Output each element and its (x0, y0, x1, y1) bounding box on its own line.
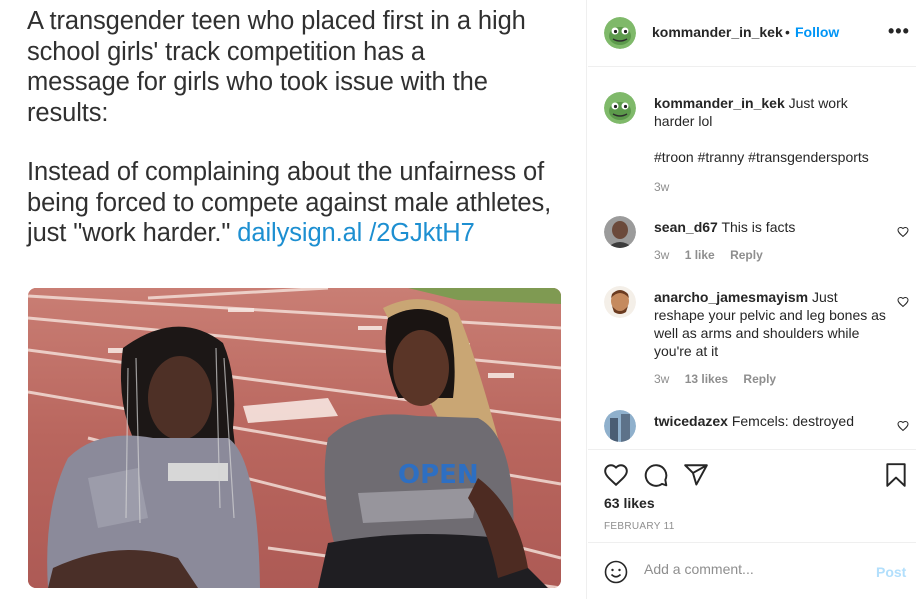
caption-username[interactable]: kommander_in_kek (654, 95, 785, 111)
comment-text: anarcho_jamesmayism Just reshape your pe… (654, 288, 890, 360)
post-header: kommander_in_kek • Follow ••• (588, 0, 916, 67)
add-comment-bar: Post (588, 542, 916, 599)
heart-icon[interactable] (603, 462, 629, 488)
avatar[interactable] (604, 17, 636, 49)
comment-text: sean_d67 This is facts (654, 218, 890, 236)
comment-time[interactable]: 3w (654, 372, 669, 386)
avatar[interactable] (604, 216, 636, 248)
comment-time[interactable]: 3w (654, 248, 669, 262)
comment-likes[interactable]: 1 like (685, 248, 715, 262)
track-photo: OPEN (28, 288, 561, 588)
image-headline: A transgender teen who placed first in a… (27, 7, 526, 127)
avatar[interactable] (604, 92, 636, 124)
header-separator: • (785, 24, 790, 40)
comment-icon[interactable] (643, 462, 669, 488)
comment-username[interactable]: twicedazex (654, 413, 728, 429)
post-media: A transgender teen who placed first in a… (0, 0, 587, 599)
like-comment-icon[interactable] (897, 296, 909, 308)
avatar[interactable] (604, 410, 636, 442)
comment-likes[interactable]: 13 likes (685, 372, 728, 386)
post-panel: kommander_in_kek • Follow ••• kommander_… (588, 0, 916, 599)
comment-text: twicedazex Femcels: destroyed (654, 412, 890, 430)
post-actions: 63 likes FEBRUARY 11 (588, 449, 916, 542)
comments-list[interactable]: kommander_in_kek Just work harder lol #t… (588, 68, 916, 448)
caption-meta: 3w (654, 180, 681, 194)
comment-username[interactable]: sean_d67 (654, 219, 718, 235)
comment-body: This is facts (721, 219, 796, 235)
post-button[interactable]: Post (876, 564, 906, 580)
follow-button[interactable]: Follow (795, 24, 839, 40)
caption-hashtags[interactable]: #troon #tranny #transgendersports (654, 148, 890, 166)
comment-meta: 3w 13 likes Reply (654, 372, 788, 386)
more-options-button[interactable]: ••• (888, 21, 910, 42)
reply-button[interactable]: Reply (743, 372, 776, 386)
share-icon[interactable] (683, 462, 709, 488)
comment-input[interactable] (644, 561, 864, 577)
caption-time[interactable]: 3w (654, 180, 669, 194)
emoji-icon[interactable] (604, 560, 628, 584)
comment-meta: 3w 1 like Reply (654, 248, 775, 262)
likes-count[interactable]: 63 likes (604, 495, 655, 511)
comment-username[interactable]: anarcho_jamesmayism (654, 289, 808, 305)
caption-text: kommander_in_kek Just work harder lol (654, 94, 890, 130)
reply-button[interactable]: Reply (730, 248, 763, 262)
bookmark-icon[interactable] (883, 462, 909, 488)
avatar[interactable] (604, 286, 636, 318)
image-link-text: dailysign.al /2GJktH7 (237, 219, 475, 247)
comment-body: Femcels: destroyed (731, 413, 854, 429)
like-comment-icon[interactable] (897, 420, 909, 432)
header-username[interactable]: kommander_in_kek (652, 24, 783, 40)
shirt-logo: OPEN (398, 460, 479, 490)
post-date[interactable]: FEBRUARY 11 (604, 521, 675, 532)
like-comment-icon[interactable] (897, 226, 909, 238)
image-body-text: Instead of complaining about the unfairn… (27, 157, 567, 249)
